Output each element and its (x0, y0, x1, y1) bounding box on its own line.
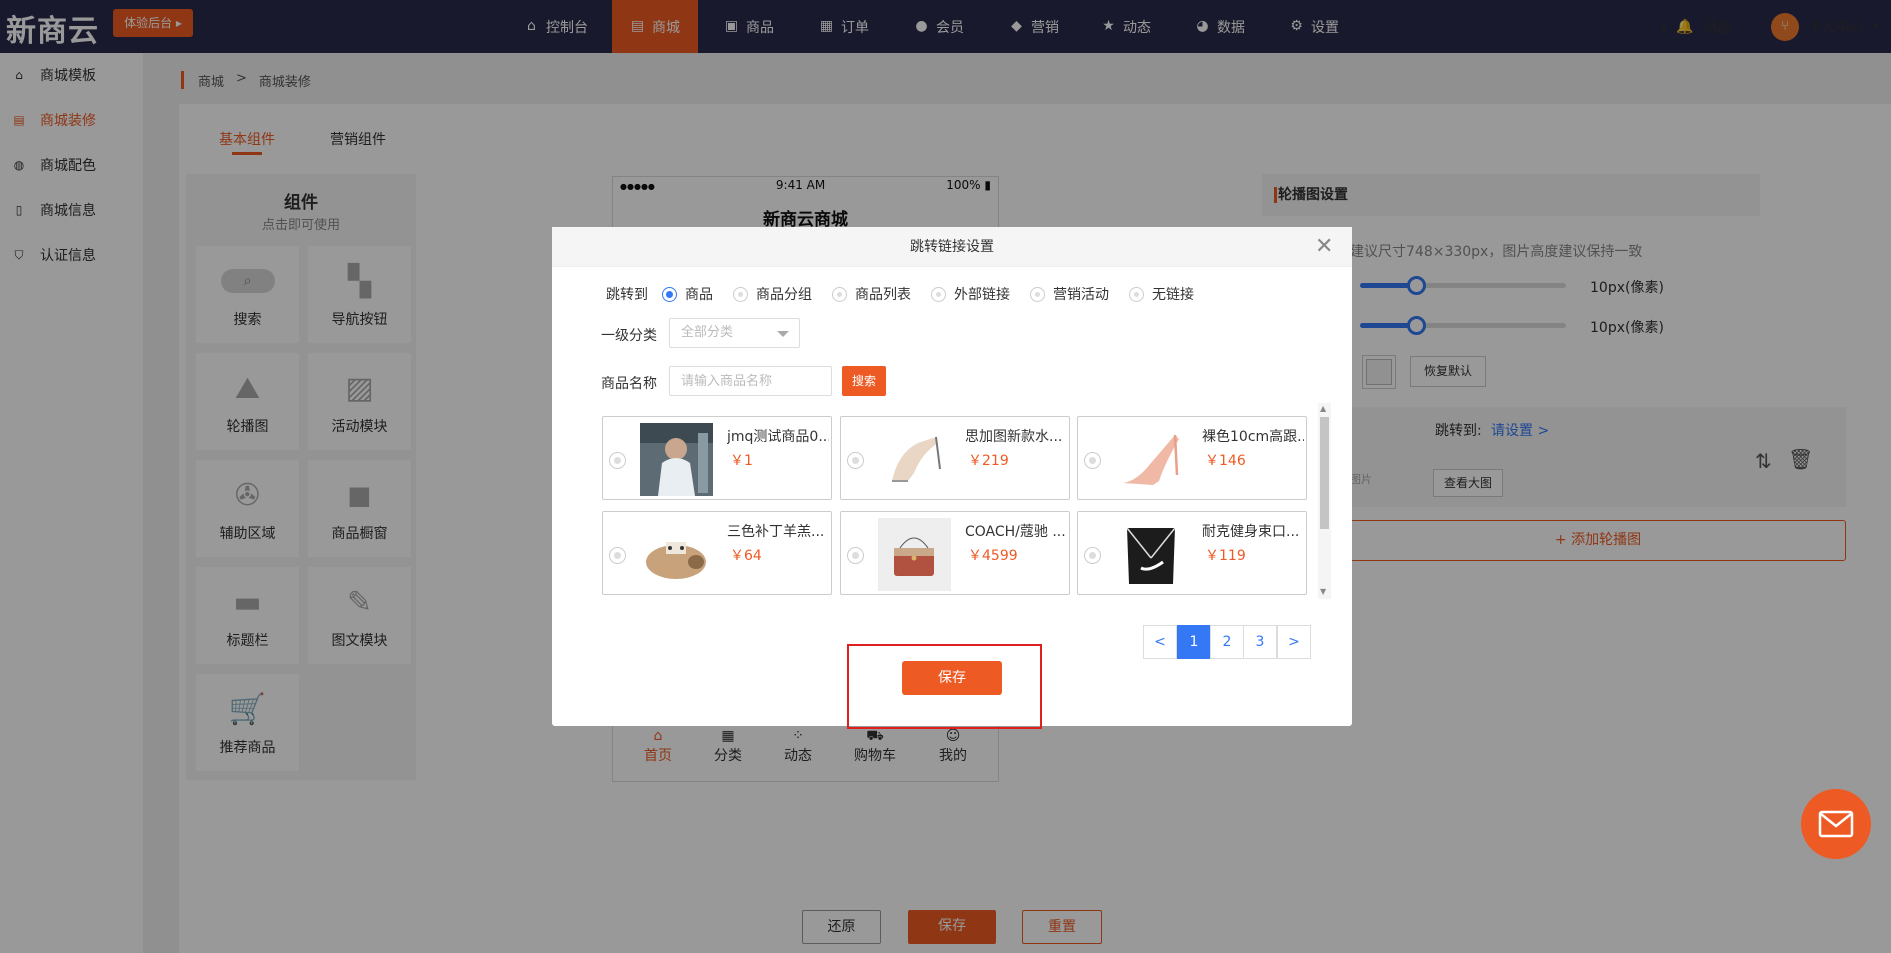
dialog-title: 跳转链接设置 (552, 227, 1352, 267)
scrollbar-thumb[interactable] (1320, 417, 1329, 529)
pagination-prev[interactable]: < (1143, 625, 1177, 659)
radio-no-link[interactable]: 无链接 (1129, 284, 1194, 304)
product-thumbnail (640, 518, 713, 591)
radio-dot (1030, 286, 1045, 302)
jump-type-group: 跳转到 商品 商品分组 商品列表 外部链接 营销活动 无链接 (606, 284, 1214, 304)
product-card[interactable]: 三色补丁羊羔... ￥64 (602, 511, 832, 595)
category-select[interactable]: 全部分类 (669, 318, 800, 348)
close-icon[interactable]: ✕ (1315, 235, 1333, 259)
product-name-label: 商品名称 (601, 376, 657, 392)
product-card[interactable]: jmq测试商品0... ￥1 (602, 416, 832, 500)
product-thumbnail (1115, 423, 1188, 496)
product-radio[interactable] (609, 452, 626, 469)
product-card[interactable]: COACH/蔻驰 ... ￥4599 (840, 511, 1070, 595)
highlight-annotation (847, 644, 1042, 729)
product-name: 三色补丁羊羔... (727, 524, 825, 540)
product-thumbnail (878, 423, 951, 496)
search-button[interactable]: 搜索 (842, 366, 886, 396)
product-name: 裸色10cm高跟... (1202, 429, 1304, 445)
product-name: 耐克健身束口... (1202, 524, 1300, 540)
pagination-next[interactable]: > (1277, 625, 1311, 659)
floating-mail-button[interactable] (1801, 789, 1871, 859)
jump-to-label: 跳转到 (606, 287, 648, 303)
radio-dot (1129, 286, 1144, 302)
product-thumbnail (878, 518, 951, 591)
product-thumbnail (1115, 518, 1188, 591)
radio-dot (733, 286, 748, 302)
radio-goods[interactable]: 商品 (662, 284, 713, 304)
product-radio[interactable] (847, 547, 864, 564)
product-price: ￥119 (1205, 548, 1246, 564)
product-name: 思加图新款水... (965, 429, 1063, 445)
radio-goods-group[interactable]: 商品分组 (733, 284, 812, 304)
product-card[interactable]: 思加图新款水... ￥219 (840, 416, 1070, 500)
pagination-page-3[interactable]: 3 (1243, 625, 1277, 659)
product-price: ￥219 (968, 453, 1009, 469)
radio-dot (662, 286, 677, 302)
product-radio[interactable] (1084, 452, 1101, 469)
product-thumbnail (640, 423, 713, 496)
radio-dot (832, 286, 847, 302)
product-radio[interactable] (847, 452, 864, 469)
product-name: jmq测试商品0... (727, 429, 829, 445)
product-card[interactable]: 耐克健身束口... ￥119 (1077, 511, 1307, 595)
radio-marketing[interactable]: 营销活动 (1030, 284, 1109, 304)
scroll-up-icon[interactable]: ▲ (1320, 404, 1326, 413)
scroll-down-icon[interactable]: ▼ (1320, 587, 1326, 596)
radio-external-link[interactable]: 外部链接 (931, 284, 1010, 304)
mail-icon (1818, 810, 1854, 838)
product-list-scrollbar[interactable]: ▲ ▼ (1318, 403, 1331, 599)
product-card[interactable]: 裸色10cm高跟... ￥146 (1077, 416, 1307, 500)
radio-goods-list[interactable]: 商品列表 (832, 284, 911, 304)
product-name: COACH/蔻驰 ... (965, 524, 1066, 540)
category-label: 一级分类 (601, 328, 657, 344)
product-name-input[interactable] (669, 366, 832, 396)
pagination-page-2[interactable]: 2 (1210, 625, 1244, 659)
product-radio[interactable] (609, 547, 626, 564)
radio-dot (931, 286, 946, 302)
pagination-page-1[interactable]: 1 (1177, 625, 1211, 659)
product-price: ￥1 (730, 453, 753, 469)
product-price: ￥64 (730, 548, 762, 564)
product-radio[interactable] (1084, 547, 1101, 564)
product-price: ￥146 (1205, 453, 1246, 469)
product-price: ￥4599 (968, 548, 1018, 564)
